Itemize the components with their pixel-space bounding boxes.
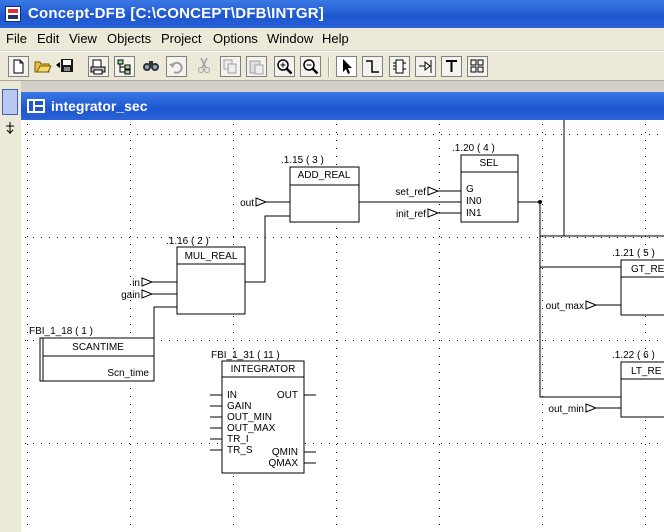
document-icon: [27, 99, 45, 113]
app-icon: [5, 6, 21, 22]
pin-init-ref-label[interactable]: init_ref: [396, 209, 426, 220]
open-button[interactable]: [33, 56, 54, 77]
menu-bar: File Edit View Objects Project Options W…: [0, 28, 664, 50]
left-tool-strip: [0, 81, 21, 532]
mul-real-type: MUL_REAL: [185, 251, 238, 262]
strip-toggle-button[interactable]: [2, 89, 18, 115]
menu-file[interactable]: File: [6, 31, 27, 46]
cut-button[interactable]: [195, 56, 216, 77]
io-pin-tool-button[interactable]: [415, 56, 436, 77]
pin-out-min-label[interactable]: out_min: [548, 404, 584, 415]
hierarchy-button[interactable]: [114, 56, 135, 77]
find-icon: [143, 61, 159, 71]
zoom-out-icon: [303, 59, 319, 75]
pin-out-max-label[interactable]: out_max: [546, 301, 584, 312]
title-bar[interactable]: Concept-DFB [C:\CONCEPT\DFB\INTGR]: [0, 0, 664, 28]
pin-icon[interactable]: [5, 121, 15, 135]
new-button[interactable]: [8, 56, 29, 77]
print-setup-icon: [90, 59, 106, 75]
pin-gain-label[interactable]: gain: [121, 290, 140, 301]
scantime-output: Scn_time: [107, 368, 149, 379]
menu-objects[interactable]: Objects: [107, 31, 151, 46]
menu-project[interactable]: Project: [161, 31, 201, 46]
save-button[interactable]: [54, 56, 75, 77]
sel-input-g: G: [466, 184, 474, 195]
gt-real-type: GT_RE: [631, 264, 664, 275]
menu-options[interactable]: Options: [213, 31, 258, 46]
zoom-out-button[interactable]: [300, 56, 321, 77]
save-icon: [56, 59, 73, 72]
sel-ref: .1.20 ( 4 ): [452, 143, 495, 154]
add-real-type: ADD_REAL: [298, 170, 351, 181]
fbd-canvas[interactable]: .1.15 ( 3 ) ADD_REAL .1.20 ( 4 ) SEL G I…: [21, 120, 664, 532]
ffb-icon: [393, 59, 406, 74]
hierarchy-icon: [117, 59, 131, 75]
sel-type: SEL: [480, 158, 499, 169]
integrator-input-out-max: OUT_MAX: [227, 423, 276, 434]
integrator-type: INTEGRATOR: [231, 364, 296, 375]
open-folder-icon: [34, 61, 52, 73]
gt-real-ref: .1.21 ( 5 ): [612, 248, 655, 259]
paste-button[interactable]: [246, 56, 267, 77]
ffb-tool-button[interactable]: [389, 56, 410, 77]
document-title-bar[interactable]: integrator_sec: [21, 92, 664, 120]
cut-icon: [198, 57, 210, 73]
pin-set-ref-label[interactable]: set_ref: [395, 187, 426, 198]
integrator-output-out: OUT: [277, 390, 298, 401]
add-real-ref: .1.15 ( 3 ): [281, 155, 324, 166]
mul-real-ref: .1.16 ( 2 ): [166, 236, 209, 247]
copy-button[interactable]: [220, 56, 241, 77]
undo-button[interactable]: [166, 56, 187, 77]
menu-edit[interactable]: Edit: [37, 31, 59, 46]
wire-scantime-mul[interactable]: [153, 306, 177, 373]
scantime-type: SCANTIME: [72, 342, 124, 353]
integrator-input-gain: GAIN: [227, 401, 251, 412]
io-pin-icon: [419, 60, 432, 73]
zoom-in-icon: [277, 59, 293, 75]
toolbar: [0, 51, 664, 81]
link-icon: [366, 60, 379, 73]
integrator-output-qmax: QMAX: [269, 458, 299, 469]
palette-button[interactable]: [467, 56, 488, 77]
wire-sel-out[interactable]: [518, 120, 565, 237]
lt-real-type: LT_RE: [631, 366, 662, 377]
integrator-input-tr-i: TR_I: [227, 434, 249, 445]
palette-icon: [470, 59, 484, 73]
integrator-input-out-min: OUT_MIN: [227, 412, 272, 423]
link-tool-button[interactable]: [362, 56, 383, 77]
document-title: integrator_sec: [51, 98, 148, 114]
integrator-output-qmin: QMIN: [272, 447, 298, 458]
wire-sel-lt[interactable]: [539, 202, 621, 398]
sel-input-in0: IN0: [466, 196, 482, 207]
integrator-ref: FBI_1_31 ( 11 ): [211, 350, 280, 361]
paste-icon: [249, 60, 264, 75]
wire-mul-add[interactable]: [245, 215, 290, 283]
undo-icon: [169, 61, 183, 74]
print-setup-button[interactable]: [88, 56, 109, 77]
select-tool-button[interactable]: [336, 56, 357, 77]
pin-in-label[interactable]: in: [132, 278, 140, 289]
text-tool-icon: [446, 60, 457, 72]
lt-real-ref: .1.22 ( 6 ): [612, 350, 655, 361]
sel-input-in1: IN1: [466, 208, 482, 219]
integrator-input-in: IN: [227, 390, 237, 401]
scantime-ref: FBI_1_18 ( 1 ): [29, 326, 93, 337]
select-arrow-icon: [343, 59, 352, 74]
zoom-in-button[interactable]: [274, 56, 295, 77]
window-title: Concept-DFB [C:\CONCEPT\DFB\INTGR]: [28, 5, 324, 22]
find-button[interactable]: [141, 56, 162, 77]
menu-help[interactable]: Help: [322, 31, 349, 46]
pin-out-label[interactable]: out: [240, 198, 254, 209]
menu-view[interactable]: View: [69, 31, 97, 46]
integrator-input-tr-s: TR_S: [227, 445, 253, 456]
new-icon: [13, 59, 24, 74]
document-window: integrator_sec .1.15 ( 3 ) ADD_REAL .1.2: [21, 92, 664, 532]
menu-window[interactable]: Window: [267, 31, 313, 46]
text-tool-button[interactable]: [441, 56, 462, 77]
junction-dot: [538, 200, 542, 204]
copy-icon: [223, 59, 237, 74]
